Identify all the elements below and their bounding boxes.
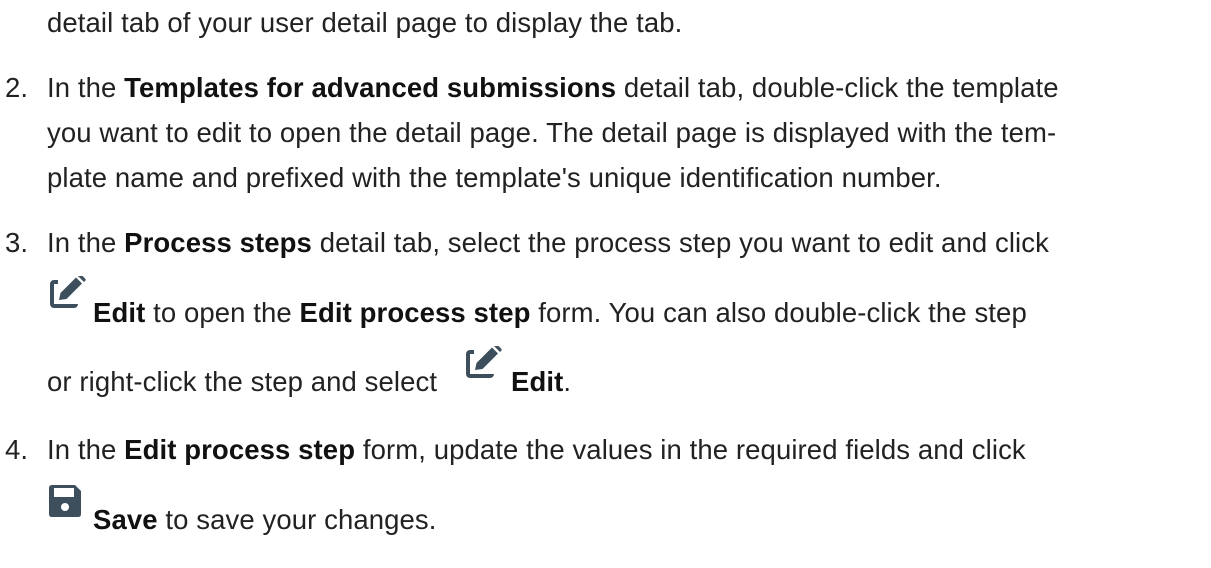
text: plate name and prefixed with the templat… xyxy=(47,162,942,193)
edit-pencil-icon xyxy=(50,276,86,308)
text: to open the xyxy=(145,297,300,328)
text: detail tab, select the process step you … xyxy=(311,227,1049,258)
step-4-line-1: In the Edit process step form, update th… xyxy=(47,430,1026,470)
step-3-line-1: In the Process steps detail tab, select … xyxy=(47,223,1049,263)
edit-label: Edit xyxy=(511,366,564,397)
step-2-line-3: plate name and prefixed with the templat… xyxy=(47,158,942,198)
text: form. You can also double-click the step xyxy=(530,297,1027,328)
edit-pencil-icon xyxy=(466,346,502,378)
step-number: 2. xyxy=(5,72,29,103)
text: or right-click the step and select xyxy=(47,366,438,397)
save-label: Save xyxy=(93,504,158,535)
step-3-line-2: Edit to open the Edit process step form.… xyxy=(93,293,1027,333)
step-3-line-3-end: Edit. xyxy=(511,362,571,402)
text: . xyxy=(563,366,572,397)
document: detail tab of your user detail page to d… xyxy=(0,0,1211,568)
text: form, update the values in the required … xyxy=(355,434,1026,465)
save-floppy-icon xyxy=(49,485,81,517)
step-3-line-3: or right-click the step and select xyxy=(47,362,437,402)
ui-term: Edit process step xyxy=(299,297,531,328)
ui-term: Process steps xyxy=(124,227,312,258)
text: to save your changes. xyxy=(157,504,437,535)
edit-label: Edit xyxy=(93,297,146,328)
ui-term: Edit process step xyxy=(124,434,356,465)
text: In the xyxy=(47,72,125,103)
step-number: 4. xyxy=(5,434,29,465)
text: In the xyxy=(47,434,125,465)
step-2-line-2: you want to edit to open the detail page… xyxy=(47,113,1056,153)
text: In the xyxy=(47,227,125,258)
ui-term: Templates for advanced submissions xyxy=(124,72,617,103)
step-2-line-1: In the Templates for advanced submission… xyxy=(47,68,1059,108)
text: you want to edit to open the detail page… xyxy=(47,117,1057,148)
step-number: 3. xyxy=(5,227,29,258)
step-4-line-2: Save to save your changes. xyxy=(93,500,437,540)
paragraph-continuation: detail tab of your user detail page to d… xyxy=(47,3,682,43)
text: detail tab, double-click the template xyxy=(616,72,1059,103)
body-text: detail tab of your user detail page to d… xyxy=(47,7,683,38)
